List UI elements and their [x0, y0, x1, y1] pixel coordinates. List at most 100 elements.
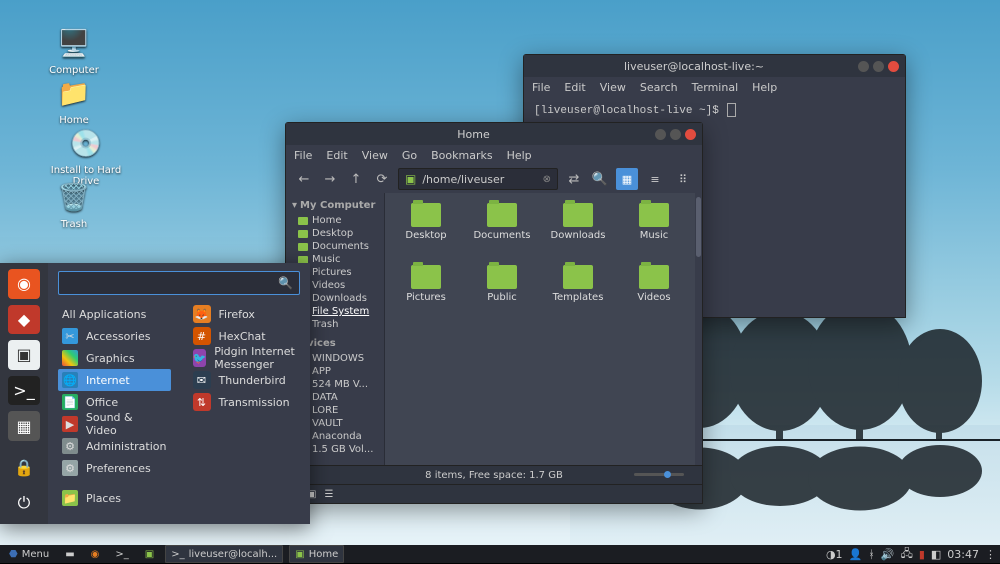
minimize-button[interactable]: [655, 129, 666, 140]
menu-view[interactable]: View: [362, 149, 388, 162]
workspace-indicator[interactable]: ◑1: [826, 548, 843, 561]
rail-firefox-icon[interactable]: ◉: [8, 269, 40, 299]
folder-music[interactable]: Music: [619, 203, 689, 259]
menu-file[interactable]: File: [532, 81, 550, 94]
back-button[interactable]: ←: [294, 169, 314, 189]
sidebar-hdr-mycomputer[interactable]: ▾My Computer: [290, 197, 380, 214]
show-desktop-button[interactable]: ▬: [60, 546, 79, 562]
menu-search[interactable]: 🔍: [58, 271, 300, 295]
app-hexchat[interactable]: #HexChat: [189, 325, 301, 347]
forward-button[interactable]: →: [320, 169, 340, 189]
maximize-button[interactable]: [873, 61, 884, 72]
sidebar-documents[interactable]: Documents: [290, 240, 380, 253]
taskbar-window-terminal[interactable]: >_liveuser@localh...: [165, 545, 283, 563]
battery-icon[interactable]: ▮: [919, 548, 925, 561]
clock[interactable]: 03:47: [947, 548, 979, 561]
folder-icon: [411, 265, 441, 289]
menu-file[interactable]: File: [294, 149, 312, 162]
fm-body: ▾My Computer Home Desktop Documents Musi…: [286, 193, 702, 465]
clear-path-icon[interactable]: ⊗: [543, 174, 551, 185]
reload-button[interactable]: ⟳: [372, 169, 392, 189]
app-thunderbird[interactable]: ✉Thunderbird: [189, 369, 301, 391]
app-firefox[interactable]: 🦊Firefox: [189, 303, 301, 325]
cat-sound[interactable]: ▶Sound & Video: [58, 413, 171, 435]
maximize-button[interactable]: [670, 129, 681, 140]
launcher-terminal[interactable]: >_: [110, 546, 133, 562]
menu-edit[interactable]: Edit: [564, 81, 585, 94]
rail-app-icon[interactable]: ◆: [8, 305, 40, 335]
fm-scrollbar[interactable]: [695, 193, 702, 465]
menu-help[interactable]: Help: [752, 81, 777, 94]
desktop-icon-install[interactable]: 💿 Install to Hard Drive: [36, 126, 136, 187]
folder-documents[interactable]: Documents: [467, 203, 537, 259]
cat-office[interactable]: 📄Office: [58, 391, 171, 413]
applications-menu[interactable]: ◉ ◆ ▣ >_ ▦ 🔒 ⏻ 🔍 All Applications ✂Acces…: [0, 263, 310, 524]
menu-help[interactable]: Help: [507, 149, 532, 162]
menu-go[interactable]: Go: [402, 149, 417, 162]
cat-all[interactable]: All Applications: [58, 303, 171, 325]
path-text: /home/liveuser: [422, 173, 504, 186]
folder-public[interactable]: Public: [467, 265, 537, 321]
taskbar-window-home[interactable]: ▣Home: [289, 545, 344, 563]
app-pidgin[interactable]: 🐦Pidgin Internet Messenger: [189, 347, 301, 369]
tray-dots-icon[interactable]: ⋮: [985, 548, 996, 561]
launcher-firefox[interactable]: ◉: [86, 546, 105, 562]
cat-places[interactable]: 📁Places: [58, 487, 171, 509]
icon-view-button[interactable]: ▦: [616, 168, 638, 190]
preferences-icon: ⚙: [62, 460, 78, 476]
rail-terminal-icon[interactable]: >_: [8, 376, 40, 406]
folder-desktop[interactable]: Desktop: [391, 203, 461, 259]
desktop-icon-home[interactable]: 📁 Home: [36, 76, 112, 126]
menu-terminal[interactable]: Terminal: [692, 81, 739, 94]
terminal-prompt: [liveuser@localhost-live ~]$: [534, 105, 719, 117]
cat-admin[interactable]: ⚙Administration: [58, 435, 171, 457]
launcher-files[interactable]: ▣: [140, 546, 159, 562]
minimize-button[interactable]: [858, 61, 869, 72]
close-button[interactable]: [888, 61, 899, 72]
menu-view[interactable]: View: [600, 81, 626, 94]
sidebar-desktop[interactable]: Desktop: [290, 227, 380, 240]
up-button[interactable]: ↑: [346, 169, 366, 189]
app-transmission[interactable]: ⇅Transmission: [189, 391, 301, 413]
user-icon[interactable]: 👤: [849, 548, 863, 561]
menu-edit[interactable]: Edit: [326, 149, 347, 162]
desktop[interactable]: 🖥️ Computer 📁 Home 💿 Install to Hard Dri…: [0, 0, 1000, 563]
terminal-titlebar[interactable]: liveuser@localhost-live:~: [524, 55, 905, 77]
fm-main[interactable]: Desktop Documents Downloads Music Pictur…: [385, 193, 695, 465]
tray-misc-icon[interactable]: ◧: [931, 548, 941, 561]
fm-titlebar[interactable]: Home: [286, 123, 702, 145]
desktop-icon-computer[interactable]: 🖥️ Computer: [36, 26, 112, 76]
start-menu-button[interactable]: ⬣ Menu: [4, 546, 54, 562]
cat-prefs[interactable]: ⚙Preferences: [58, 457, 171, 479]
menu-search[interactable]: Search: [640, 81, 678, 94]
tab-tree-icon[interactable]: ☰: [324, 489, 333, 500]
accessories-icon: ✂: [62, 328, 78, 344]
file-manager-window[interactable]: Home File Edit View Go Bookmarks Help ← …: [285, 122, 703, 504]
sidebar-home[interactable]: Home: [290, 214, 380, 227]
shutdown-icon[interactable]: ⏻: [8, 488, 40, 518]
folder-templates[interactable]: Templates: [543, 265, 613, 321]
lock-icon[interactable]: 🔒: [8, 453, 40, 483]
compact-view-button[interactable]: ⠿: [672, 168, 694, 190]
menu-bookmarks[interactable]: Bookmarks: [431, 149, 492, 162]
desktop-icon-trash[interactable]: 🗑️ Trash: [36, 180, 112, 230]
path-bar[interactable]: ▣ /home/liveuser ⊗: [398, 168, 558, 190]
folder-downloads[interactable]: Downloads: [543, 203, 613, 259]
cat-accessories[interactable]: ✂Accessories: [58, 325, 171, 347]
rail-app-icon[interactable]: ▦: [8, 411, 40, 441]
close-button[interactable]: [685, 129, 696, 140]
folder-pictures[interactable]: Pictures: [391, 265, 461, 321]
terminal-body[interactable]: [liveuser@localhost-live ~]$: [524, 97, 905, 123]
folder-videos[interactable]: Videos: [619, 265, 689, 321]
volume-icon[interactable]: 🔊: [881, 548, 895, 561]
zoom-slider[interactable]: [634, 473, 684, 476]
cat-graphics[interactable]: Graphics: [58, 347, 171, 369]
bluetooth-icon[interactable]: ᚼ: [868, 548, 875, 561]
rail-files-icon[interactable]: ▣: [8, 340, 40, 370]
search-button[interactable]: 🔍: [590, 169, 610, 189]
toggle-location-button[interactable]: ⇄: [564, 169, 584, 189]
cat-internet[interactable]: 🌐Internet: [58, 369, 171, 391]
list-view-button[interactable]: ≡: [644, 168, 666, 190]
menu-search-input[interactable]: [65, 276, 278, 290]
network-icon[interactable]: 🖧: [901, 545, 913, 564]
